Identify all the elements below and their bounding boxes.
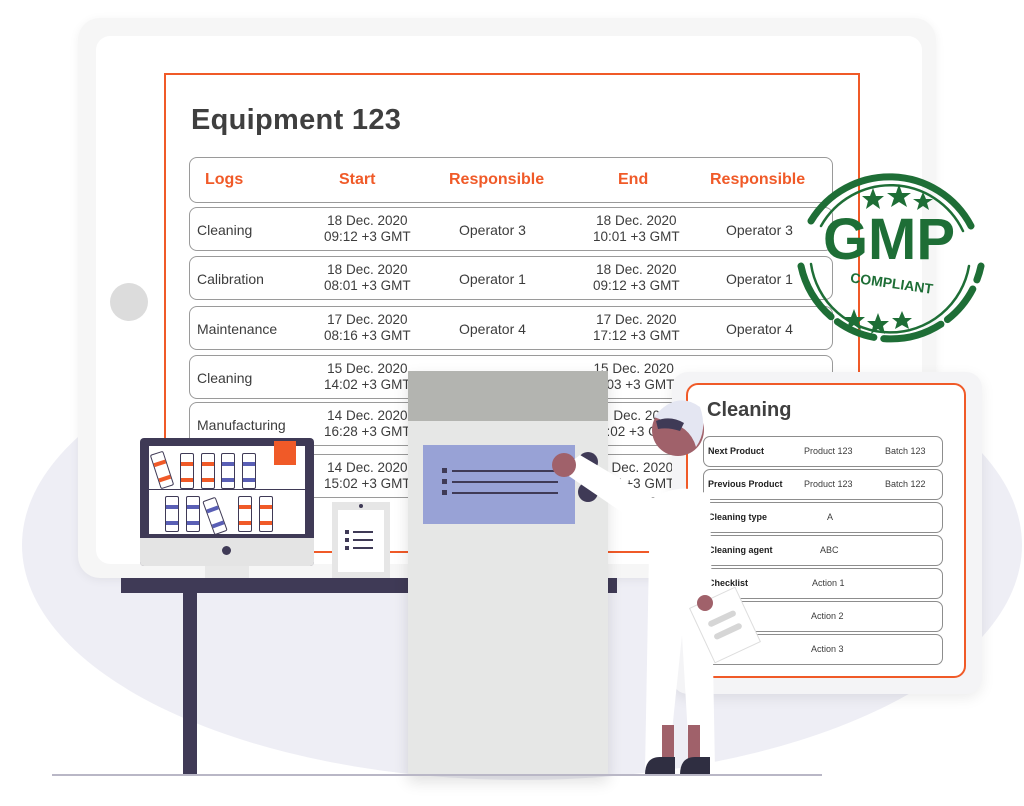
log-row[interactable]: Calibration 18 Dec. 2020 08:01 +3 GMT Ope… [189,256,833,300]
end-datetime: 17 Dec. 2020 17:12 +3 GMT [593,312,680,344]
end-time: 10:01 +3 GMT [593,229,680,244]
end-time: 17:12 +3 GMT [593,328,680,343]
end-datetime: 18 Dec. 2020 09:12 +3 GMT [593,262,680,294]
start-date: 14 Dec. 2020 [327,408,408,423]
row-value: Product 123 [804,479,853,489]
operator-hand [697,595,713,611]
start-datetime: 18 Dec. 2020 09:12 +3 GMT [324,213,411,245]
sticky-note-icon [274,441,296,465]
column-header-start[interactable]: Start [339,171,375,189]
stamp-sub-text: COMPLIANT [849,269,934,296]
start-time: 09:12 +3 GMT [324,229,411,244]
end-datetime: 18 Dec. 2020 10:01 +3 GMT [593,213,680,245]
log-row[interactable]: Cleaning 18 Dec. 2020 09:12 +3 GMT Operat… [189,207,833,251]
start-datetime: 15 Dec. 2020 14:02 +3 GMT [324,361,411,393]
start-datetime: 18 Dec. 2020 08:01 +3 GMT [324,262,411,294]
start-time: 15:02 +3 GMT [324,476,411,491]
start-time: 14:02 +3 GMT [324,377,411,392]
test-tube-icon [238,496,252,532]
start-date: 15 Dec. 2020 [327,361,408,376]
start-responsible: Operator 3 [459,222,526,238]
clipboard-paper [338,510,384,572]
start-datetime: 17 Dec. 2020 08:16 +3 GMT [324,312,411,344]
log-row[interactable]: Maintenance 17 Dec. 2020 08:16 +3 GMT Ope… [189,306,833,350]
operator-figure [552,400,762,775]
checklist-icon [345,530,373,550]
star-icon [892,311,912,329]
row-value: Action 2 [811,611,844,621]
start-date: 18 Dec. 2020 [327,213,408,228]
test-tube-icon [201,453,215,489]
log-type: Manufacturing [197,417,286,433]
log-table-header: Logs Start Responsible End Responsible [189,157,833,203]
start-responsible: Operator 1 [459,271,526,287]
shelf-divider [149,489,305,490]
column-header-end[interactable]: End [618,171,648,189]
clipboard-pin [359,504,363,508]
row-value: ABC [820,545,839,555]
row-value: Action 3 [811,644,844,654]
start-responsible: Operator 4 [459,321,526,337]
log-type: Calibration [197,271,264,287]
start-time: 08:01 +3 GMT [324,278,411,293]
start-datetime: 14 Dec. 2020 15:02 +3 GMT [324,460,411,492]
log-type: Maintenance [197,321,278,337]
desk-leg [183,593,197,775]
operator-leg [688,725,700,760]
start-date: 17 Dec. 2020 [327,312,408,327]
log-type: Cleaning [197,222,253,238]
start-datetime: 14 Dec. 2020 16:28 +3 GMT [324,408,411,440]
test-tube-icon [180,453,194,489]
test-tube-icon [165,496,179,532]
start-time: 16:28 +3 GMT [324,424,411,439]
floor-line [52,774,822,776]
column-header-logs[interactable]: Logs [205,171,243,189]
tablet-home-button[interactable] [110,283,148,321]
test-tube-icon [242,453,256,489]
operator-shoe [680,757,710,775]
equipment-title: Equipment 123 [191,104,402,136]
monitor-power-dot [222,546,231,555]
row-extra: Batch 123 [885,446,926,456]
start-date: 18 Dec. 2020 [327,262,408,277]
log-type: Cleaning [197,370,253,386]
star-icon [862,188,884,209]
test-tube-icon [186,496,200,532]
test-tube-icon [221,453,235,489]
test-tube-icon [259,496,273,532]
operator-leg [662,725,674,760]
row-value: Action 1 [812,578,845,588]
end-time: 09:12 +3 GMT [593,278,680,293]
gmp-compliant-stamp: GMP COMPLIANT [797,173,985,343]
end-date: 17 Dec. 2020 [596,312,677,327]
stamp-main-text: GMP [823,207,955,272]
start-date: 14 Dec. 2020 [327,460,408,475]
operator-hand [552,453,576,477]
start-time: 08:16 +3 GMT [324,328,411,343]
row-value: Product 123 [804,446,853,456]
row-value: A [827,512,834,522]
monitor-stand [205,566,249,578]
end-date: 18 Dec. 2020 [596,262,677,277]
end-date: 18 Dec. 2020 [596,213,677,228]
column-header-start-responsible[interactable]: Responsible [449,171,544,189]
row-extra: Batch 122 [885,479,926,489]
